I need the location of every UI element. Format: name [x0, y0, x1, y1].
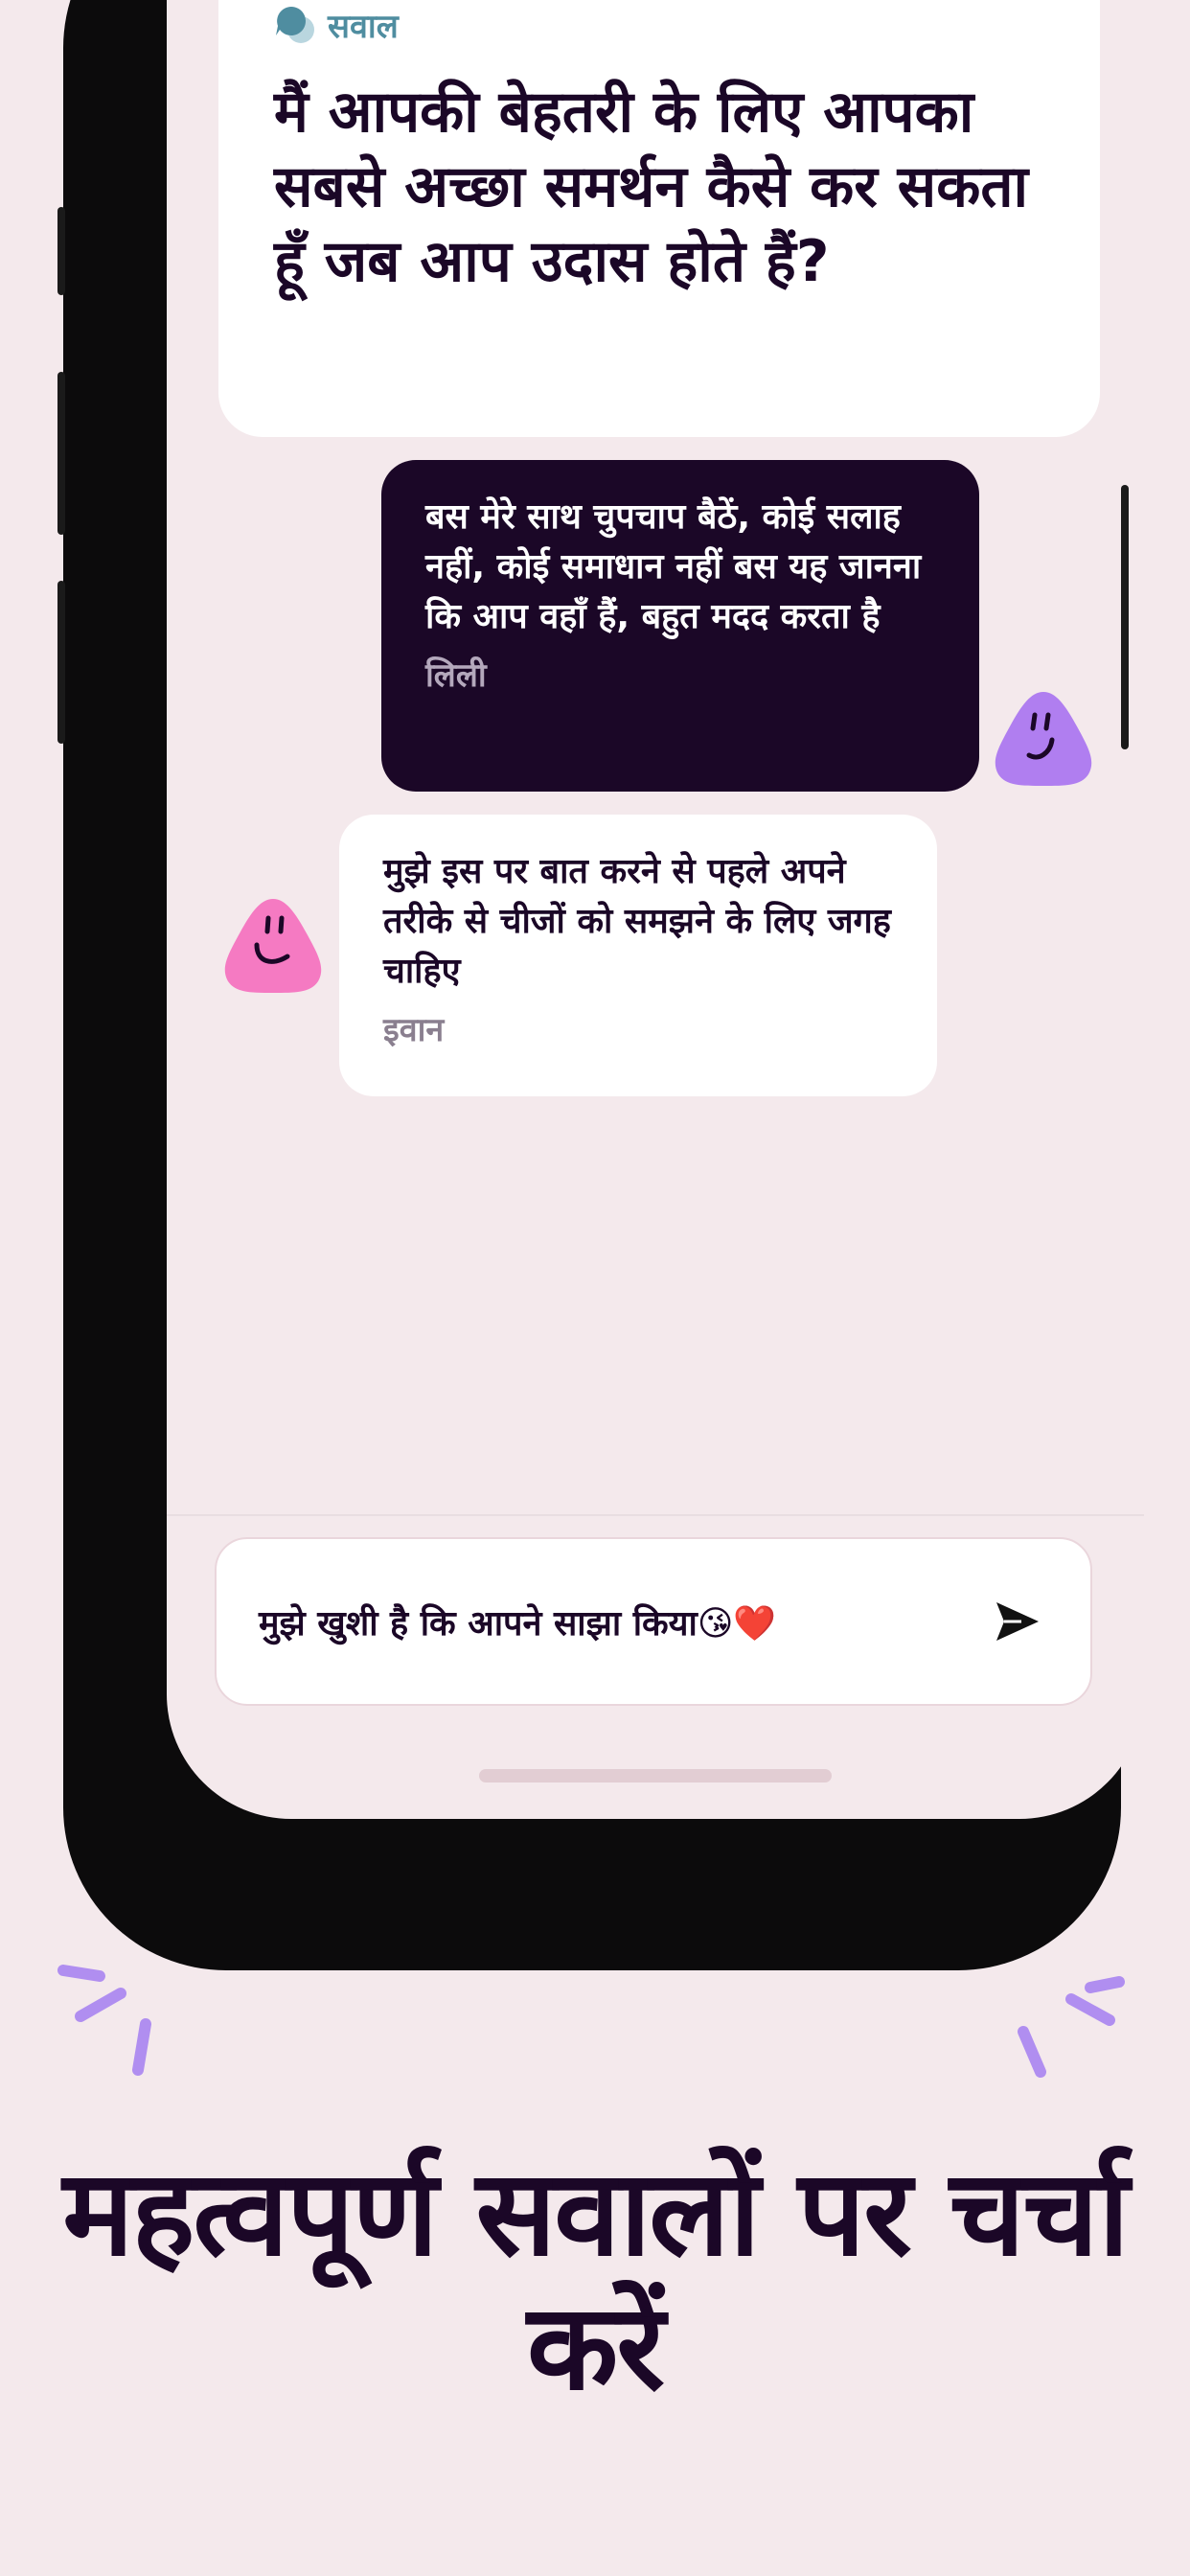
mute-switch [57, 207, 65, 295]
send-arrow-icon[interactable] [993, 1597, 1042, 1646]
question-card: सवाल मैं आपकी बेहतरी के लिए आपका सबसे अच… [218, 0, 1100, 437]
composer-divider [167, 1514, 1144, 1516]
volume-down-button [57, 581, 65, 744]
message-input[interactable]: मुझे खुशी है कि आपने साझा किया😘❤️ [215, 1537, 1092, 1706]
question-label-row: सवाल [274, 0, 399, 50]
message-author: इवान [383, 1011, 445, 1049]
message-bubble: बस मेरे साथ चुपचाप बैठें, कोई सलाह नहीं,… [381, 460, 979, 792]
volume-up-button [57, 372, 65, 535]
home-indicator [479, 1769, 832, 1782]
question-label: सवाल [328, 8, 399, 46]
question-text: मैं आपकी बेहतरी के लिए आपका सबसे अच्छा स… [274, 79, 1029, 295]
message-author: लिली [425, 656, 487, 695]
message-text: बस मेरे साथ चुपचाप बैठें, कोई सलाह नहीं,… [425, 497, 922, 636]
phone-frame: सवाल मैं आपकी बेहतरी के लिए आपका सबसे अच… [63, 0, 1144, 1970]
avatar [224, 899, 322, 993]
message-input-value[interactable]: मुझे खुशी है कि आपने साझा किया😘❤️ [259, 1598, 776, 1645]
message-text: मुझे इस पर बात करने से पहले अपने तरीके स… [383, 852, 891, 991]
message-bubble: मुझे इस पर बात करने से पहले अपने तरीके स… [339, 815, 937, 1096]
sparkle-icon [57, 1965, 151, 2076]
speech-bubble-icon [276, 7, 314, 43]
sparkle-icon [1018, 1976, 1125, 2078]
page-headline: महत्वपूर्ण सवालों पर चर्चा करें [62, 2145, 1129, 2417]
phone-screen: सवाल मैं आपकी बेहतरी के लिए आपका सबसे अच… [167, 0, 1144, 1819]
avatar [995, 692, 1092, 786]
power-button [1121, 485, 1129, 749]
